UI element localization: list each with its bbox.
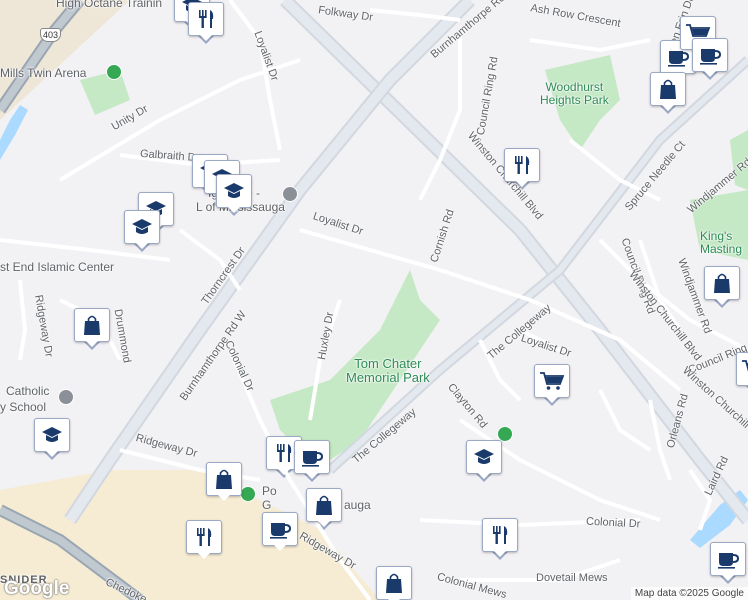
poi-marker-cafe[interactable] <box>262 512 298 554</box>
poi-marker-shopping[interactable] <box>650 72 686 114</box>
place-label: Mills Twin Arena <box>0 66 87 80</box>
map-base-layer <box>0 0 748 600</box>
place-label: G <box>262 498 272 512</box>
map-attribution: Map data ©2025 Google <box>630 587 748 600</box>
cafe-icon <box>294 440 330 474</box>
poi-marker-restaurant[interactable] <box>186 520 222 562</box>
restaurant-icon <box>188 2 224 36</box>
grocery-icon <box>534 364 570 398</box>
cafe-icon <box>692 38 728 72</box>
place-label: High Octane Trainin <box>56 0 163 10</box>
cafe-icon <box>710 542 746 576</box>
poi-marker-restaurant[interactable] <box>188 2 224 44</box>
place-label: Po <box>262 484 277 498</box>
school-icon <box>466 440 502 474</box>
place-label: Catholic <box>6 384 50 398</box>
school-icon <box>216 174 252 208</box>
place-label: auga <box>344 498 371 512</box>
highway-shield: 403 <box>40 28 62 42</box>
shopping-icon <box>650 72 686 106</box>
school-pin-icon[interactable] <box>58 389 74 405</box>
school-icon <box>124 210 160 244</box>
shopping-icon <box>74 308 110 342</box>
place-label: y School <box>0 400 47 414</box>
shopping-icon <box>206 462 242 496</box>
school-icon <box>34 418 70 452</box>
poi-marker-shopping[interactable] <box>306 488 342 530</box>
place-label: st End Islamic Center <box>0 260 115 274</box>
grocery-icon <box>736 352 748 386</box>
place-of-worship-icon[interactable] <box>282 186 298 202</box>
poi-marker-cafe[interactable] <box>710 542 746 584</box>
poi-marker-shopping[interactable] <box>74 308 110 350</box>
park-label-line: Masting <box>700 242 743 256</box>
park-label-line: Memorial Park <box>346 370 430 385</box>
poi-marker-cafe[interactable] <box>692 38 728 80</box>
poi-marker-school[interactable] <box>466 440 502 482</box>
poi-marker-shopping[interactable] <box>206 462 242 504</box>
restaurant-icon <box>482 518 518 552</box>
restaurant-icon <box>504 148 540 182</box>
poi-marker-school[interactable] <box>34 418 70 460</box>
google-logo: Google <box>4 578 70 599</box>
cafe-icon <box>262 512 298 546</box>
park-pin-icon[interactable] <box>240 486 256 502</box>
restaurant-icon <box>186 520 222 554</box>
shopping-icon <box>306 488 342 522</box>
poi-marker-shopping[interactable] <box>376 566 412 600</box>
park-label: Tom Chater Memorial Park <box>346 357 430 385</box>
park-label: Woodhurst Heights Park <box>540 81 609 107</box>
park-label: King's Masting <box>700 230 742 256</box>
poi-marker-school[interactable] <box>124 210 160 252</box>
park-label-line: Heights Park <box>540 93 609 107</box>
shopping-icon <box>704 266 740 300</box>
poi-marker-grocery[interactable] <box>736 352 748 394</box>
poi-marker-shopping[interactable] <box>704 266 740 308</box>
poi-marker-school[interactable] <box>216 174 252 216</box>
map-canvas[interactable]: 403 Folkway Dr Burnhamthorpe Rd W Ash Ro… <box>0 0 748 600</box>
park-label-line: Tom Chater <box>354 356 422 371</box>
road-label: Dovetail Mews <box>536 572 608 584</box>
shopping-icon <box>376 566 412 600</box>
park-pin-icon[interactable] <box>106 64 122 80</box>
poi-marker-restaurant[interactable] <box>504 148 540 190</box>
park-area <box>80 70 130 115</box>
poi-marker-cafe[interactable] <box>294 440 330 482</box>
poi-marker-restaurant[interactable] <box>482 518 518 560</box>
poi-marker-grocery[interactable] <box>534 364 570 406</box>
